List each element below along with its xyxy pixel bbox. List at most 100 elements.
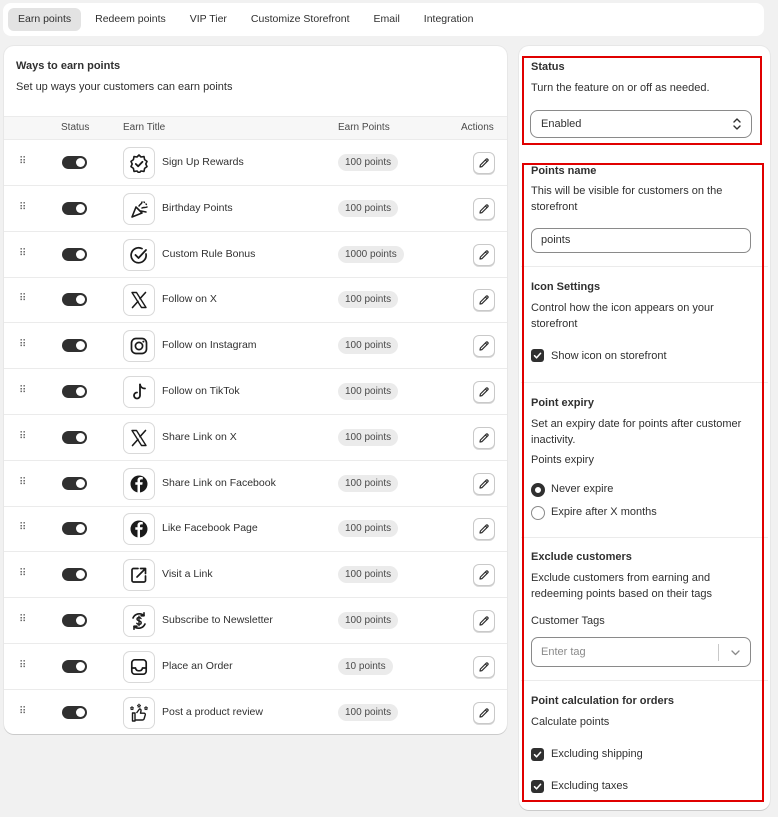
status-toggle[interactable] (62, 522, 87, 536)
edit-button[interactable] (473, 655, 495, 678)
status-toggle[interactable] (62, 659, 87, 673)
pencil-icon (479, 295, 489, 305)
expire-after-months-label: Expire after X months (551, 506, 657, 518)
status-select-value: Enabled (541, 118, 582, 130)
points-name-description: This will be visible for customers on th… (531, 185, 723, 213)
earn-title: Subscribe to Newsletter (162, 614, 273, 626)
table-row: ⠿ Follow on TikTok 100 points (4, 369, 507, 415)
points-badge: 1000 points (338, 245, 404, 263)
pencil-icon (479, 478, 489, 489)
excluding-taxes-label: Excluding taxes (551, 780, 629, 792)
status-toggle[interactable] (62, 705, 87, 719)
drag-handle-icon[interactable]: ⠿ (19, 615, 26, 625)
drag-handle-icon[interactable]: ⠿ (19, 477, 26, 488)
top-tab-bar: Earn points Redeem points VIP Tier Custo… (3, 3, 764, 36)
drag-handle-icon[interactable]: ⠿ (19, 340, 26, 350)
edit-button[interactable] (473, 289, 495, 312)
inbox-tray-icon (123, 650, 155, 683)
pencil-icon (479, 524, 489, 534)
facebook-icon (123, 467, 155, 500)
customer-tags-input[interactable]: Enter tag (531, 637, 751, 667)
status-toggle[interactable] (62, 339, 87, 353)
chevron-up-down-icon (733, 118, 741, 130)
points-badge: 100 points (338, 337, 399, 355)
table-header: Status Earn Title Earn Points Actions (4, 116, 507, 140)
earn-title: Like Facebook Page (162, 522, 258, 535)
points-name-input[interactable]: points (531, 228, 751, 253)
tab-earn-points[interactable]: Earn points (8, 8, 82, 31)
edit-button[interactable] (473, 381, 495, 403)
edit-button[interactable] (473, 335, 495, 358)
pencil-icon (479, 616, 489, 626)
status-toggle[interactable] (62, 385, 87, 398)
table-row: ⠿ Custom Rule Bonus 1000 points (4, 232, 507, 278)
section-divider (521, 537, 768, 538)
status-toggle[interactable] (62, 201, 87, 215)
drag-handle-icon[interactable]: ⠿ (19, 157, 26, 167)
status-toggle[interactable] (62, 156, 87, 169)
points-badge: 100 points (338, 428, 399, 446)
point-expiry-heading: Point expiry (531, 397, 594, 409)
drag-handle-icon[interactable]: ⠿ (19, 386, 26, 396)
never-expire-radio[interactable] (531, 483, 545, 497)
card-title: Ways to earn points (16, 60, 121, 72)
edit-button[interactable] (473, 472, 495, 495)
icon-settings-description: Control how the icon appears on your sto… (531, 302, 714, 330)
drag-handle-icon[interactable]: ⠿ (19, 248, 26, 259)
excluding-shipping-label: Excluding shipping (551, 748, 643, 760)
edit-button[interactable] (473, 701, 495, 724)
pencil-icon (479, 249, 489, 260)
drag-handle-icon[interactable]: ⠿ (19, 569, 26, 579)
exclude-customers-description: Exclude customers from earning and redee… (531, 572, 713, 600)
edit-button[interactable] (473, 152, 495, 174)
points-badge: 100 points (338, 154, 399, 171)
column-header-earn-title: Earn Title (123, 122, 166, 133)
expire-after-months-radio[interactable] (531, 506, 545, 520)
tab-email[interactable]: Email (364, 8, 410, 31)
status-toggle[interactable] (62, 430, 87, 444)
chevron-down-icon[interactable] (730, 647, 741, 658)
status-toggle[interactable] (62, 293, 87, 307)
points-badge: 100 points (338, 520, 399, 538)
checkmark-icon (533, 783, 542, 790)
drag-handle-icon[interactable]: ⠿ (19, 523, 26, 533)
points-badge: 10 points (338, 657, 393, 675)
edit-button[interactable] (473, 564, 495, 587)
edit-button[interactable] (473, 197, 495, 220)
table-row: ⠿ Subscribe to Newsletter 100 points (4, 598, 507, 644)
points-badge: 100 points (338, 703, 399, 721)
point-expiry-description: Set an expiry date for points after cust… (531, 418, 742, 446)
status-toggle[interactable] (62, 568, 87, 582)
pencil-icon (479, 570, 489, 580)
pencil-icon (479, 341, 489, 351)
table-row: ⠿ Share Link on Facebook 100 points (4, 461, 507, 507)
edit-button[interactable] (473, 243, 495, 266)
status-toggle[interactable] (62, 476, 87, 490)
drag-handle-icon[interactable]: ⠿ (19, 660, 26, 671)
table-row: ⠿ Visit a Link 100 points (4, 552, 507, 599)
show-icon-checkbox[interactable] (531, 349, 544, 362)
drag-handle-icon[interactable]: ⠿ (19, 706, 26, 717)
excluding-shipping-checkbox[interactable] (531, 748, 544, 761)
edit-button[interactable] (473, 610, 495, 632)
status-toggle[interactable] (62, 614, 87, 627)
status-toggle[interactable] (62, 247, 87, 261)
tab-redeem-points[interactable]: Redeem points (85, 8, 176, 31)
drag-handle-icon[interactable]: ⠿ (19, 294, 26, 304)
tab-customize-storefront[interactable]: Customize Storefront (241, 8, 360, 31)
section-divider (521, 680, 768, 681)
tab-integration[interactable]: Integration (414, 8, 484, 31)
status-select[interactable]: Enabled (530, 110, 752, 138)
drag-handle-icon[interactable]: ⠿ (19, 431, 26, 442)
exclude-customers-heading: Exclude customers (531, 551, 632, 563)
edit-button[interactable] (473, 426, 495, 449)
column-header-earn-points: Earn Points (338, 122, 390, 133)
dollar-cycle-icon (123, 605, 155, 637)
pencil-icon (479, 158, 489, 168)
earn-title: Post a product review (162, 705, 263, 718)
tab-vip-tier[interactable]: VIP Tier (180, 8, 237, 31)
drag-handle-icon[interactable]: ⠿ (19, 202, 26, 213)
excluding-taxes-checkbox[interactable] (531, 780, 544, 793)
edit-button[interactable] (473, 518, 495, 541)
earn-title: Visit a Link (162, 568, 213, 581)
